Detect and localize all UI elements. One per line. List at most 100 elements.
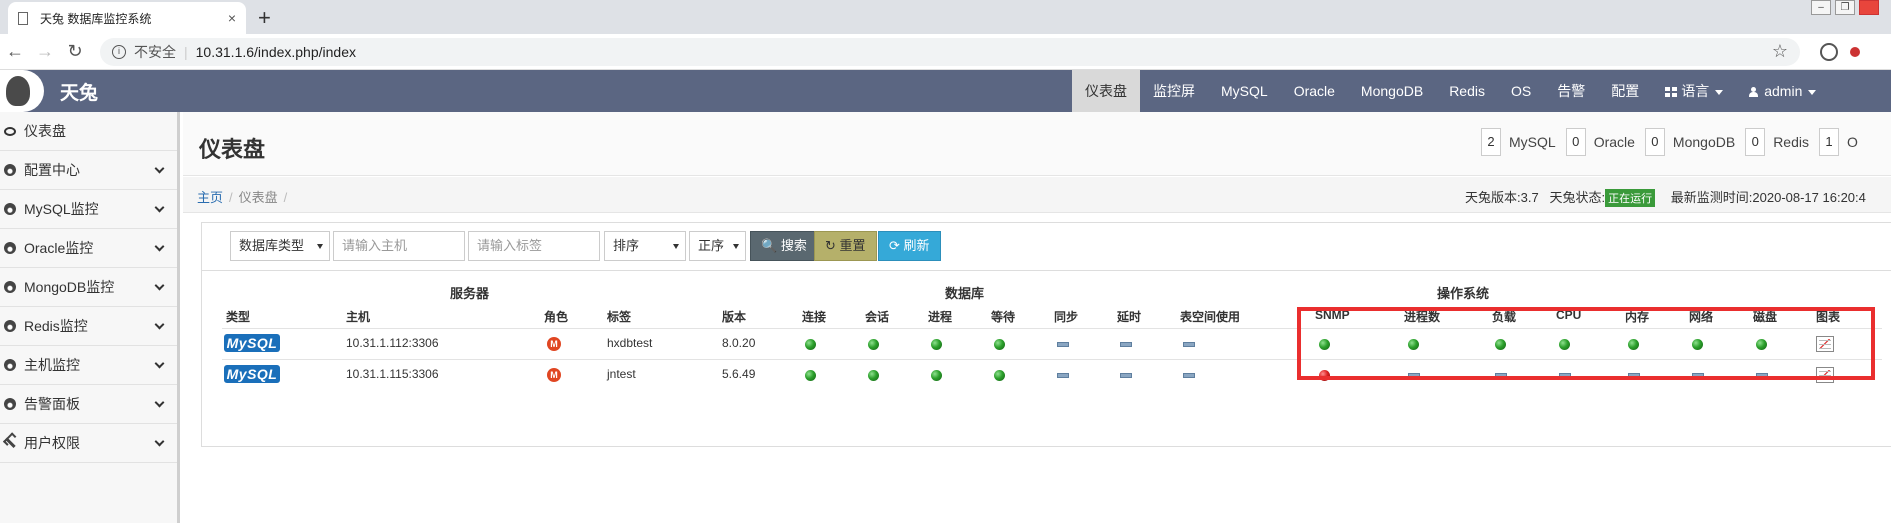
sort-value: 排序 — [613, 238, 640, 253]
status-ok-icon — [931, 339, 942, 350]
sidebar-item-label: 仪表盘 — [24, 123, 66, 139]
window-close-icon[interactable] — [1859, 0, 1879, 15]
search-button[interactable]: 🔍 搜索 — [750, 231, 818, 261]
host-input[interactable]: 请输入主机 — [333, 231, 465, 261]
url-field[interactable]: i 不安全 | 10.31.1.6/index.php/index ☆ — [100, 37, 1800, 66]
nav-oracle[interactable]: Oracle — [1281, 70, 1348, 112]
breadcrumb-row: 主页 / 仪表盘 / 天兔版本:3.7 天兔状态: 正在运行 最新监测时间:2020-0… — [183, 177, 1891, 213]
refresh-icon: ⟳ — [889, 238, 900, 253]
row-host[interactable]: 10.31.1.112:3306 — [346, 336, 439, 350]
status-na-icon — [1057, 373, 1069, 378]
nav-config[interactable]: 配置 — [1598, 70, 1652, 112]
nav-redis[interactable]: Redis — [1436, 70, 1498, 112]
browser-tab-strip: 天兔 数据库监控系统 × + – ❐ — [0, 0, 1891, 34]
info-icon[interactable]: i — [112, 44, 126, 59]
status-badge: 正在运行 — [1605, 189, 1656, 207]
row-version: 8.0.20 — [722, 336, 756, 350]
sidebar-item-mongodb[interactable]: MongoDB监控 — [0, 268, 177, 307]
gauge-icon — [4, 164, 16, 176]
counter-oracle[interactable]: 0 Oracle — [1565, 128, 1635, 156]
gauge-icon — [4, 242, 16, 254]
reset-button-label: 重置 — [839, 238, 866, 253]
role-master-icon: M — [547, 368, 561, 382]
nav-mongodb[interactable]: MongoDB — [1348, 70, 1436, 112]
browser-tab[interactable]: 天兔 数据库监控系统 × — [8, 2, 246, 34]
url-separator: | — [184, 43, 188, 60]
browser-menu-icon[interactable] — [1850, 46, 1860, 57]
sidebar-item-alarm[interactable]: 告警面板 — [0, 385, 177, 424]
chevron-down-icon — [154, 241, 165, 251]
status-ok-icon — [805, 370, 816, 381]
close-icon[interactable]: × — [228, 10, 236, 26]
row-tag: jntest — [607, 367, 636, 381]
col-role: 角色 — [544, 310, 569, 324]
sidebar-item-dashboard[interactable]: 仪表盘 — [0, 112, 177, 151]
breadcrumb-home-link[interactable]: 主页 — [197, 190, 223, 205]
brand[interactable]: 天兔 — [0, 70, 98, 112]
counter-label: Redis — [1773, 134, 1809, 150]
back-icon[interactable]: ← — [0, 41, 30, 62]
star-icon[interactable]: ☆ — [1772, 41, 1788, 62]
forward-icon[interactable]: → — [30, 41, 60, 62]
reset-button[interactable]: ↻ 重置 — [814, 231, 877, 261]
nav-monitor-screen[interactable]: 监控屏 — [1140, 70, 1208, 112]
col-host: 主机 — [346, 310, 371, 324]
browser-tab-title: 天兔 数据库监控系统 — [40, 11, 152, 26]
nav-mysql[interactable]: MySQL — [1208, 70, 1281, 112]
order-select[interactable]: 正序 — [689, 231, 746, 261]
nav-dashboard[interactable]: 仪表盘 — [1072, 70, 1140, 112]
breadcrumb: 主页 / 仪表盘 / — [197, 187, 293, 206]
sidebar-item-host[interactable]: 主机监控 — [0, 346, 177, 385]
counter-mysql[interactable]: 2 MySQL — [1481, 128, 1556, 156]
chat-icon — [4, 126, 16, 136]
nav-user[interactable]: admin — [1736, 70, 1829, 112]
user-label: admin — [1764, 83, 1803, 99]
select-caret-icon — [317, 244, 323, 249]
minimize-icon[interactable]: – — [1811, 0, 1831, 15]
counter-mongodb[interactable]: 0 MongoDB — [1644, 128, 1736, 156]
counter-label: O — [1846, 134, 1858, 150]
nav-alarm[interactable]: 告警 — [1544, 70, 1598, 112]
status-ok-icon — [868, 339, 879, 350]
sidebar-item-label: 配置中心 — [24, 162, 80, 178]
counter-redis[interactable]: 0 Redis — [1745, 128, 1809, 156]
col-processes: 进程 — [928, 310, 953, 324]
counter-label: MongoDB — [1672, 134, 1736, 150]
system-info: 天兔版本:3.7 天兔状态: 正在运行 最新监测时间:2020-08-17 16:… — [1465, 187, 1866, 207]
status-na-icon — [1183, 373, 1195, 378]
counter-label: Oracle — [1593, 134, 1635, 150]
reload-icon[interactable]: ↻ — [60, 41, 90, 62]
grid-icon — [1665, 87, 1678, 98]
gauge-icon — [4, 320, 16, 332]
restore-icon[interactable]: ❐ — [1835, 0, 1855, 15]
refresh-button[interactable]: ⟳ 刷新 — [878, 231, 941, 261]
chevron-down-icon — [154, 358, 165, 368]
status-ok-icon — [805, 339, 816, 350]
sidebar-item-label: MySQL监控 — [24, 201, 99, 217]
caret-down-icon — [1715, 89, 1724, 95]
nav-os[interactable]: OS — [1498, 70, 1544, 112]
language-label: 语言 — [1681, 83, 1710, 99]
tag-input[interactable]: 请输入标签 — [468, 231, 600, 261]
profile-icon[interactable] — [1820, 42, 1838, 61]
mysql-logo-icon: MySQL — [224, 334, 280, 352]
order-value: 正序 — [698, 238, 725, 253]
sidebar-item-mysql[interactable]: MySQL监控 — [0, 190, 177, 229]
annotation-highlight-box — [1297, 307, 1875, 380]
filter-bar: 数据库类型 请输入主机 请输入标签 排序 正序 🔍 搜索 ↻ 重置 ⟳ 刷新 — [202, 223, 1891, 271]
row-host[interactable]: 10.31.1.115:3306 — [346, 367, 439, 381]
breadcrumb-current: 仪表盘 — [238, 190, 278, 205]
sidebar-item-oracle[interactable]: Oracle监控 — [0, 229, 177, 268]
db-type-select[interactable]: 数据库类型 — [230, 231, 330, 261]
sort-select[interactable]: 排序 — [604, 231, 686, 261]
sidebar-item-redis[interactable]: Redis监控 — [0, 307, 177, 346]
nav-language[interactable]: 语言 — [1652, 70, 1736, 112]
counter-os[interactable]: 1O — [1818, 128, 1858, 156]
chevron-down-icon — [154, 397, 165, 407]
new-tab-button[interactable]: + — [258, 5, 271, 31]
url-text[interactable]: 10.31.1.6/index.php/index — [196, 44, 1772, 60]
reset-icon: ↻ — [825, 238, 836, 253]
col-version: 版本 — [722, 310, 747, 324]
sidebar-item-user-rights[interactable]: 用户权限 — [0, 424, 177, 463]
sidebar-item-config[interactable]: 配置中心 — [0, 151, 177, 190]
